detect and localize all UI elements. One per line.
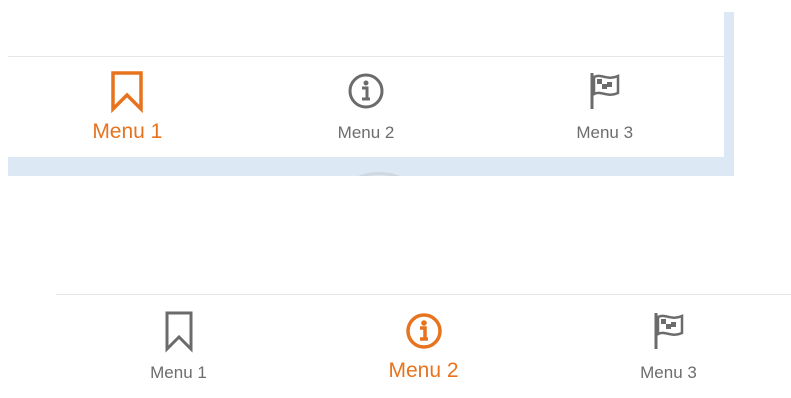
tab-menu-1[interactable]: Menu 1	[56, 295, 301, 394]
tabbar-screenshot-menu2-active: Menu 1 Menu 2 Menu 3	[56, 206, 791, 394]
bookmark-icon	[159, 309, 199, 353]
tab-menu-3[interactable]: Menu 3	[546, 295, 791, 394]
tab-label: Menu 1	[92, 120, 163, 143]
flag-icon	[585, 69, 625, 113]
tab-menu-3[interactable]: Menu 3	[485, 57, 724, 157]
tab-menu-2[interactable]: Menu 2	[301, 295, 546, 394]
tab-label: Menu 2	[388, 359, 459, 382]
content-area	[8, 12, 724, 56]
info-icon	[404, 309, 444, 353]
tab-label: Menu 3	[640, 363, 697, 382]
content-area	[56, 206, 791, 294]
bottom-tab-bar: Menu 1 Menu 2 Menu 3	[56, 294, 791, 394]
tab-menu-2[interactable]: Menu 2	[247, 57, 486, 157]
tab-label: Menu 1	[150, 363, 207, 382]
bookmark-icon	[107, 69, 147, 113]
tabbar-screenshot-menu1-active: Menu 1 Menu 2 Menu 3	[8, 12, 734, 176]
bottom-tab-bar: Menu 1 Menu 2 Menu 3	[8, 56, 724, 157]
tab-label: Menu 3	[576, 123, 634, 142]
info-icon	[346, 69, 386, 113]
tab-label: Menu 2	[337, 123, 395, 142]
tab-menu-1[interactable]: Menu 1	[8, 57, 247, 157]
partial-circle-icon	[344, 172, 414, 176]
flag-icon	[649, 309, 689, 353]
